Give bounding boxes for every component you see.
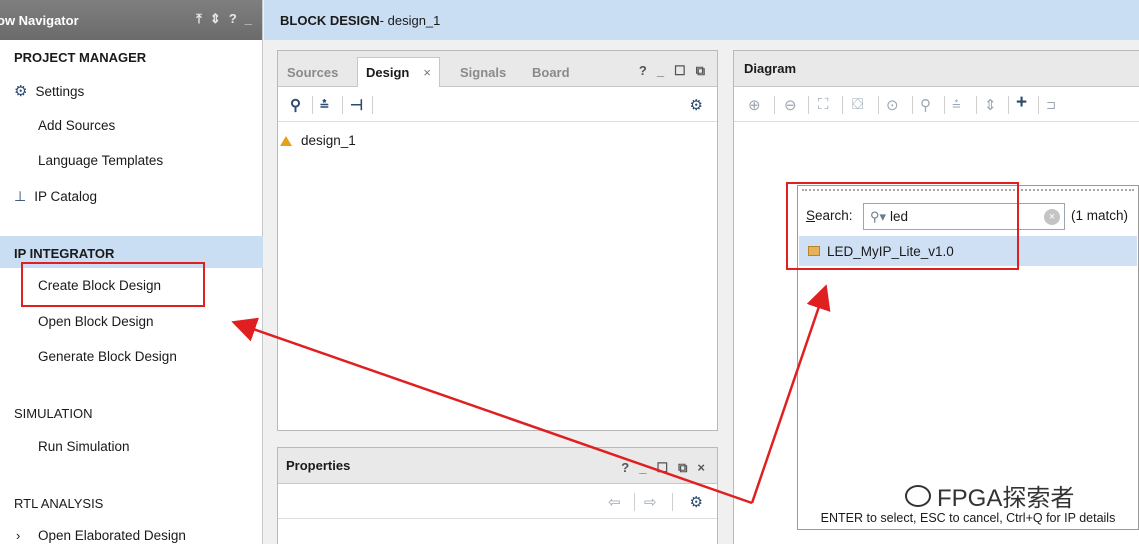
annotation-arrows xyxy=(231,284,831,505)
arrow-to-search xyxy=(750,284,831,504)
watermark: FPGA探索者 xyxy=(905,478,1074,513)
watermark-text: FPGA探索者 xyxy=(937,485,1075,512)
wechat-icon xyxy=(905,484,931,507)
arrow-to-create-block-design xyxy=(231,317,753,505)
